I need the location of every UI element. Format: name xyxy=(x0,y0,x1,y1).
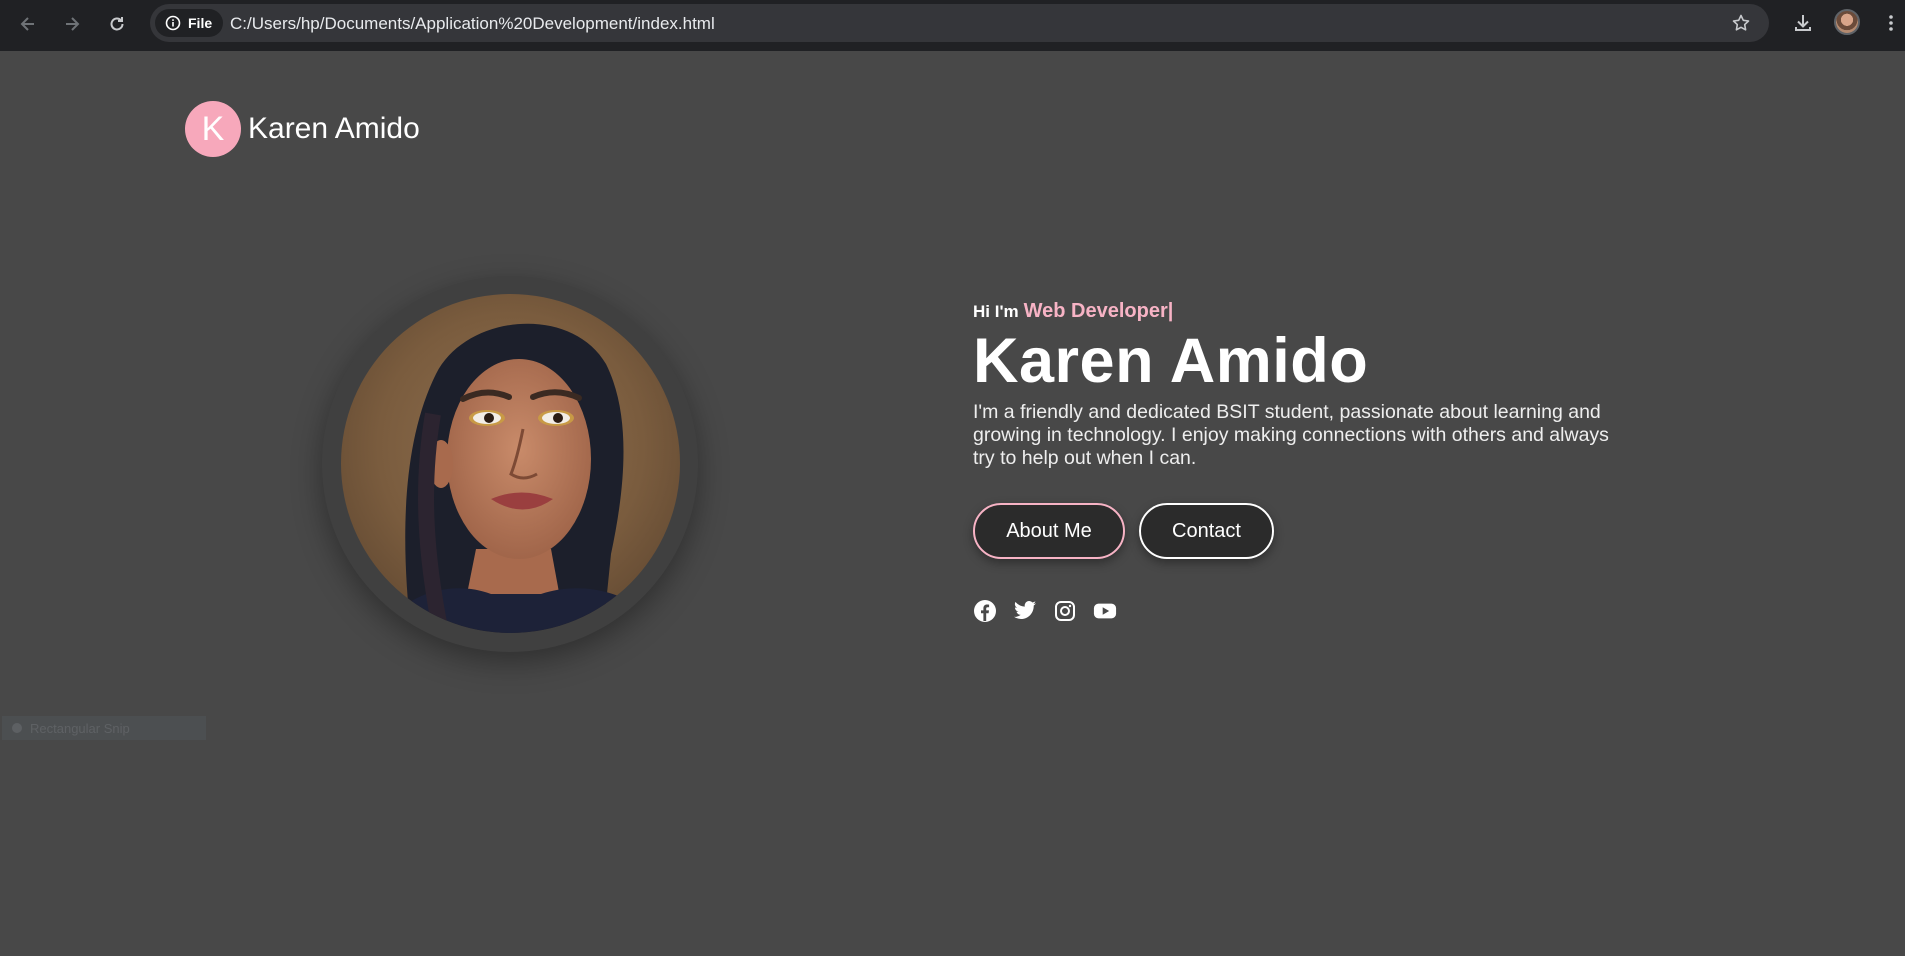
social-links xyxy=(973,599,1117,623)
profile-avatar[interactable] xyxy=(1834,9,1860,35)
snip-label: Rectangular Snip xyxy=(30,720,130,736)
profile-photo xyxy=(341,294,680,633)
twitter-link[interactable] xyxy=(1013,599,1037,623)
download-icon xyxy=(1795,15,1811,31)
arrow-right-icon xyxy=(66,17,80,31)
browser-toolbar: File C:/Users/hp/Documents/Application%2… xyxy=(0,0,1905,51)
site-logo[interactable]: K Karen Amido xyxy=(185,101,420,157)
youtube-icon xyxy=(1093,603,1117,619)
url-text[interactable]: C:/Users/hp/Documents/Application%20Deve… xyxy=(230,14,715,34)
facebook-icon xyxy=(974,600,996,622)
youtube-link[interactable] xyxy=(1093,599,1117,623)
hero-section: Hi I'm Web Developer| Karen Amido I'm a … xyxy=(973,300,1613,470)
hero-name: Karen Amido xyxy=(973,326,1369,396)
about-me-button[interactable]: About Me xyxy=(973,503,1125,559)
greeting-line: Hi I'm Web Developer| xyxy=(973,300,1613,328)
hero-buttons: About Me Contact xyxy=(973,503,1274,559)
reload-button[interactable] xyxy=(103,10,131,38)
site-chip-label: File xyxy=(188,15,213,31)
role-typewriter: Web Developer| xyxy=(1023,300,1174,322)
logo-name: Karen Amido xyxy=(248,112,420,145)
downloads-button[interactable] xyxy=(1790,10,1816,36)
address-bar[interactable]: File C:/Users/hp/Documents/Application%2… xyxy=(150,4,1769,42)
info-icon xyxy=(165,15,181,31)
twitter-icon xyxy=(1014,601,1036,619)
greeting-text: Hi I'm xyxy=(973,302,1019,321)
logo-mark: K xyxy=(185,101,241,157)
instagram-link[interactable] xyxy=(1053,599,1077,623)
contact-button[interactable]: Contact xyxy=(1139,503,1274,559)
kebab-menu-icon xyxy=(1889,15,1893,31)
snip-icon xyxy=(12,723,22,733)
site-info-chip[interactable]: File xyxy=(155,9,223,37)
arrow-left-icon xyxy=(20,17,34,31)
reload-icon xyxy=(110,17,124,31)
facebook-link[interactable] xyxy=(973,599,997,623)
bookmark-star-button[interactable] xyxy=(1731,13,1751,38)
bio-text: I'm a friendly and dedicated BSIT studen… xyxy=(973,401,1609,469)
back-button[interactable] xyxy=(14,10,42,38)
browser-menu-button[interactable] xyxy=(1884,10,1898,36)
snip-tooltip: Rectangular Snip xyxy=(2,716,206,740)
star-icon xyxy=(1732,14,1750,31)
forward-button[interactable] xyxy=(58,10,86,38)
instagram-icon xyxy=(1055,601,1075,621)
